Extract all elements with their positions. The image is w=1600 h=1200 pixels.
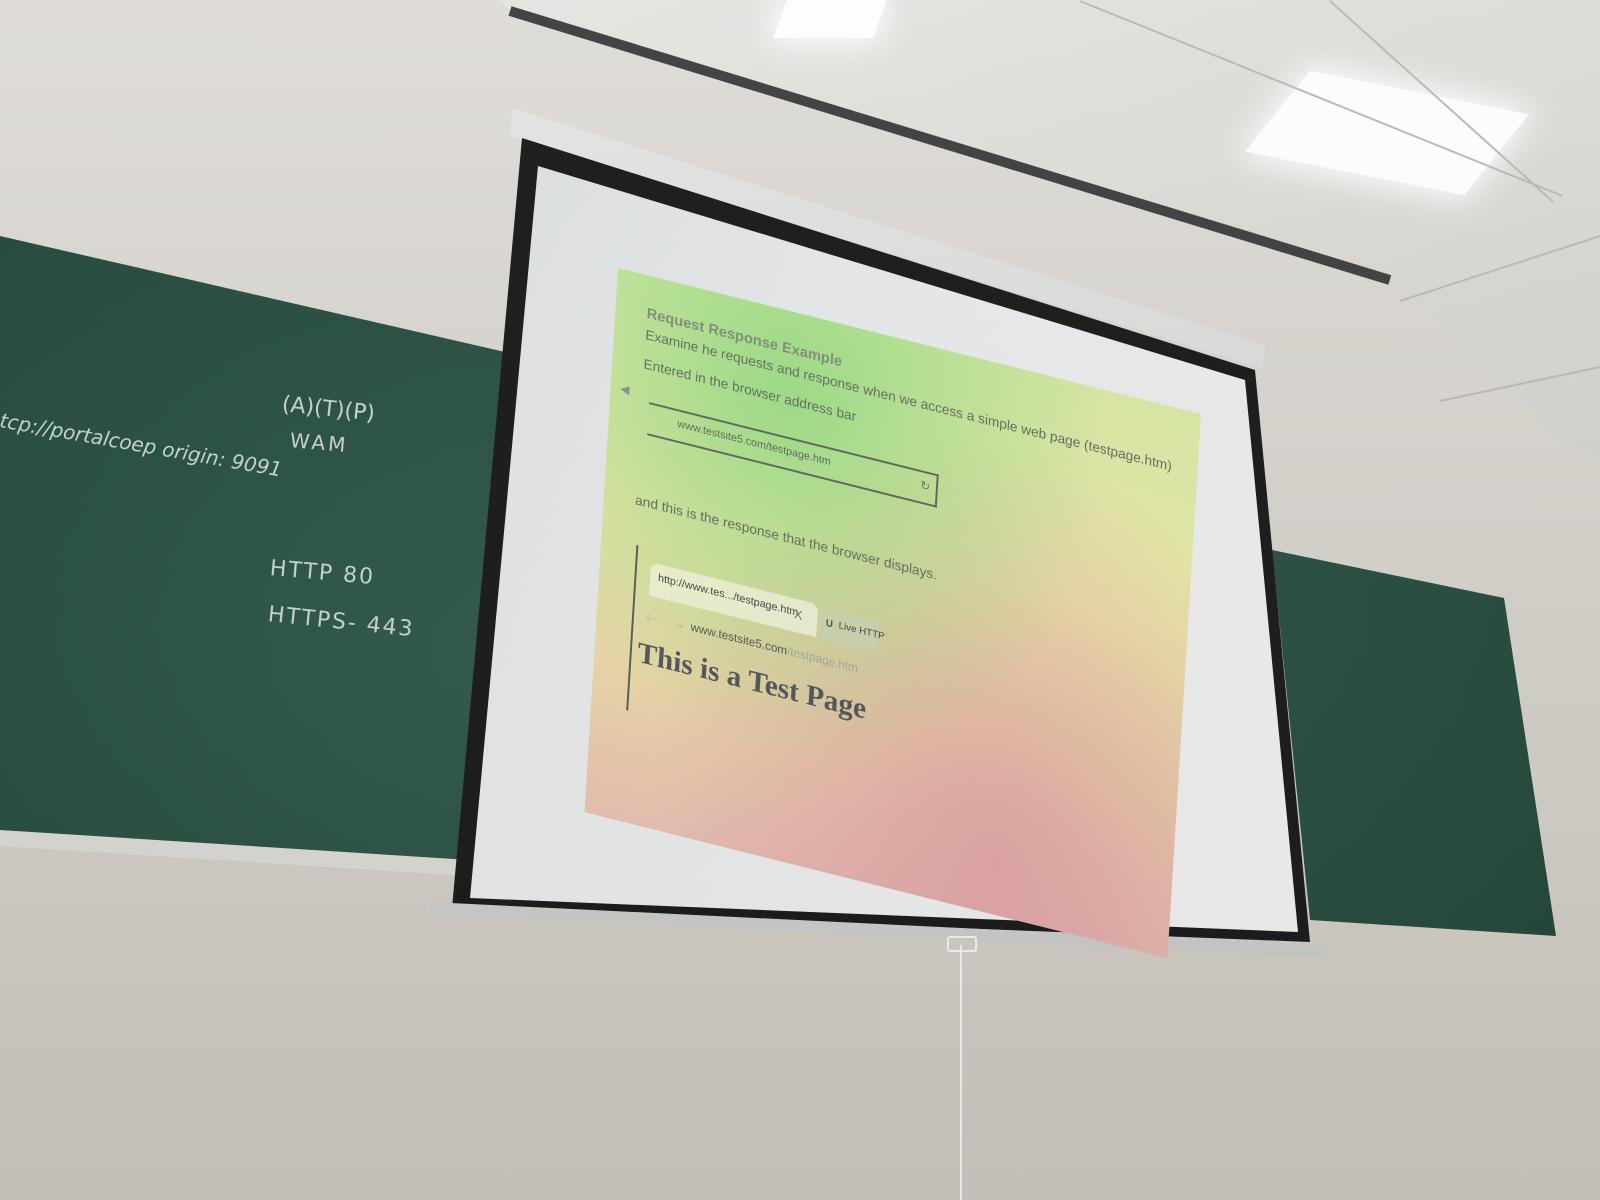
forward-arrow-icon: → — [672, 615, 686, 632]
classroom-scene: (A)(T)(P) WAM tcp://portalcoep origin: 9… — [0, 0, 1600, 1200]
live-http-icon: ∪ — [824, 614, 835, 631]
reload-icon: ↻ — [919, 477, 931, 495]
back-arrow-icon: 🡠 — [645, 608, 658, 627]
screen-pull-cord — [960, 945, 962, 1200]
screen-pull-handle — [947, 936, 977, 952]
ceiling-light-left — [773, 0, 887, 38]
chalk-text-wam: WAM — [288, 428, 350, 458]
address-bar: www.testsite5.com/testpage.htm ↻ — [647, 402, 939, 508]
address-bar-url: www.testsite5.com/testpage.htm — [677, 418, 832, 469]
live-http-label: Live HTTP — [838, 620, 885, 643]
address-bar-back-arrow-icon: ◀ — [620, 381, 630, 398]
tab-close-icon: X — [793, 606, 803, 623]
